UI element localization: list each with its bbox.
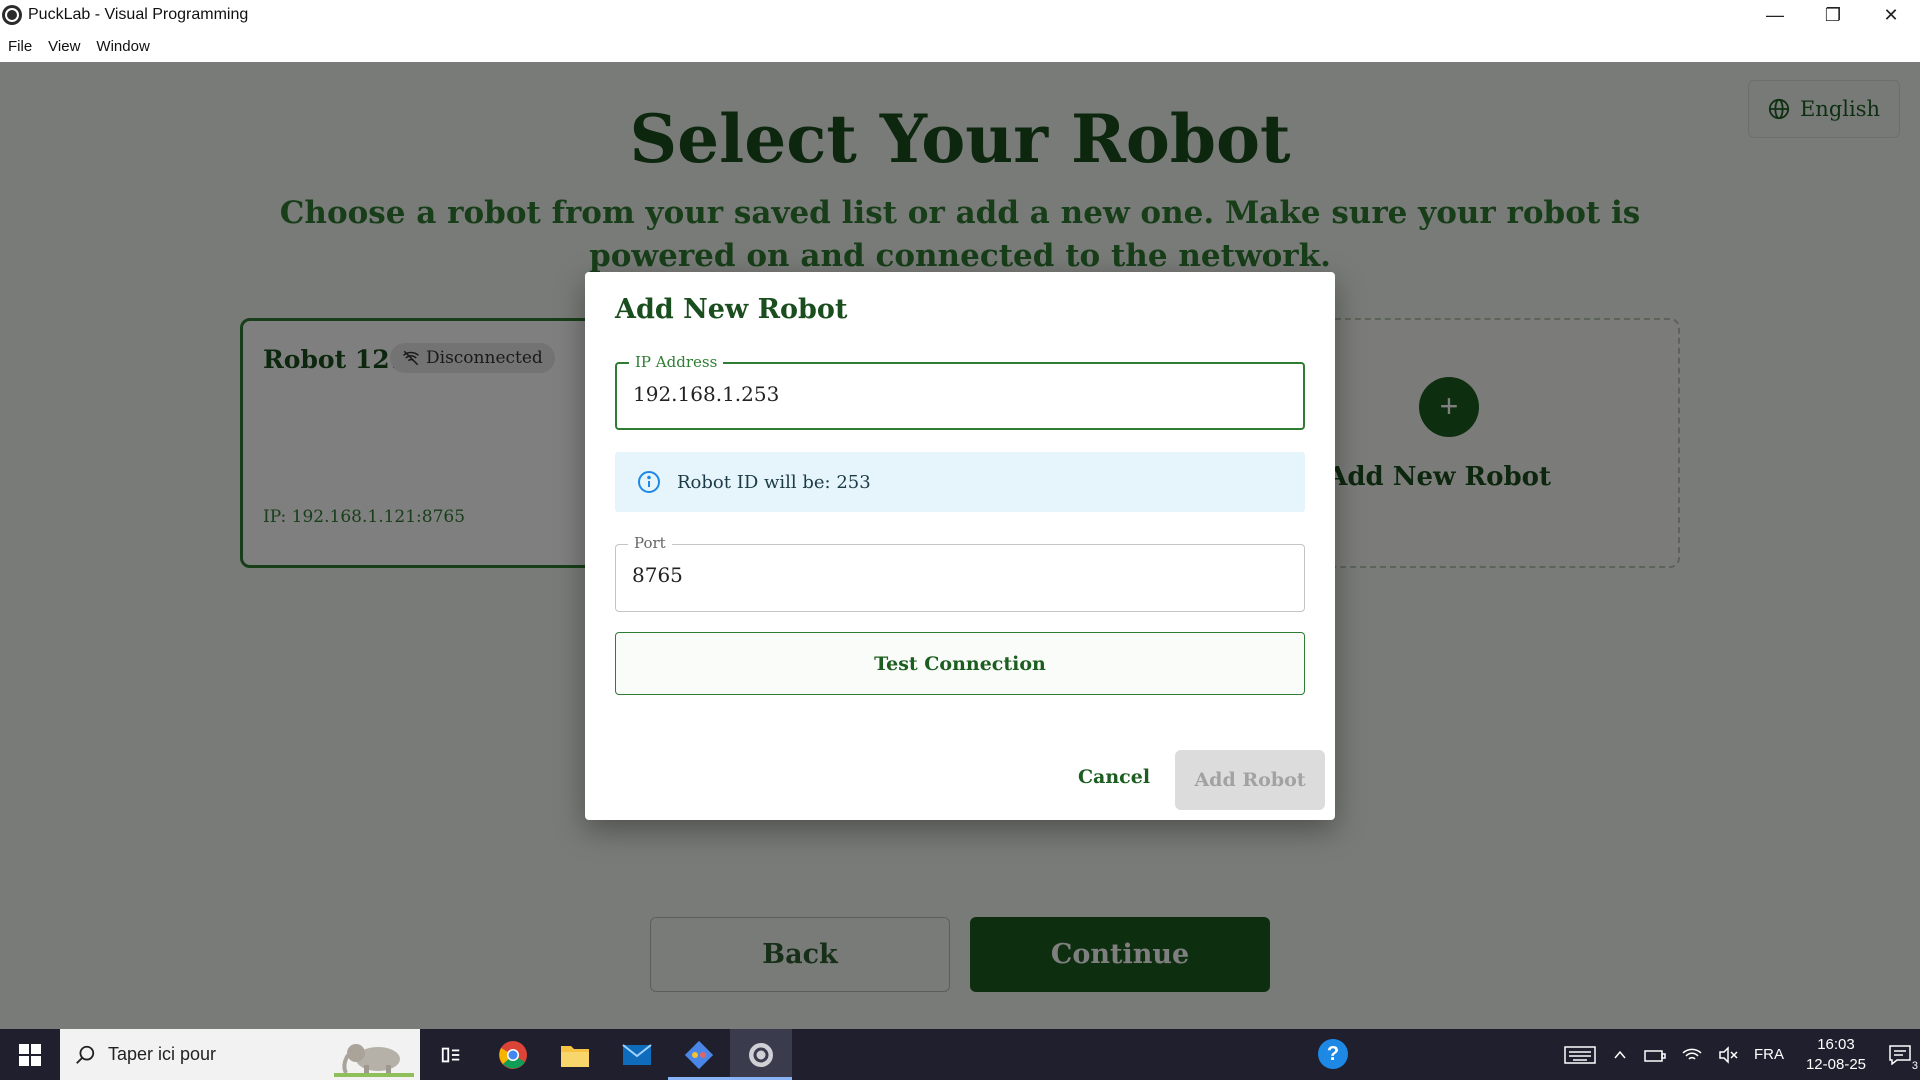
- input-language[interactable]: FRA: [1754, 1046, 1784, 1063]
- clock-time: 16:03: [1817, 1035, 1855, 1053]
- task-view-icon: [441, 1047, 460, 1062]
- git-button[interactable]: [668, 1029, 730, 1080]
- file-explorer-icon: [561, 1045, 589, 1067]
- start-button[interactable]: [0, 1029, 60, 1080]
- minimize-button[interactable]: —: [1746, 0, 1804, 30]
- task-view-button[interactable]: [420, 1029, 482, 1080]
- ip-address-label: IP Address: [629, 353, 724, 371]
- taskbar-search[interactable]: Taper ici pour: [60, 1029, 420, 1080]
- help-icon[interactable]: ?: [1318, 1039, 1348, 1069]
- close-button[interactable]: ✕: [1862, 0, 1920, 30]
- window-controls: — ❐ ✕: [1746, 0, 1920, 30]
- add-robot-button[interactable]: Add Robot: [1175, 750, 1325, 810]
- chevron-up-icon[interactable]: [1612, 1047, 1628, 1063]
- add-robot-dialog: Add New Robot IP Address Robot ID will b…: [585, 272, 1335, 820]
- app-icon: [2, 5, 22, 25]
- search-icon: [76, 1045, 95, 1064]
- port-label: Port: [628, 534, 672, 552]
- ip-address-field[interactable]: IP Address: [615, 353, 1305, 430]
- window-title: PuckLab - Visual Programming: [28, 6, 249, 23]
- wifi-icon[interactable]: [1682, 1046, 1702, 1064]
- chrome-icon: [499, 1040, 527, 1069]
- cancel-button[interactable]: Cancel: [1055, 752, 1173, 802]
- info-icon: [638, 471, 660, 493]
- pucklab-icon: [749, 1042, 773, 1067]
- system-tray: FRA 16:03 12-08-25 3: [1556, 1029, 1920, 1080]
- title-bar: PuckLab - Visual Programming — ❐ ✕: [0, 0, 1920, 30]
- chrome-button[interactable]: [482, 1029, 544, 1080]
- port-field[interactable]: Port: [615, 534, 1305, 612]
- notification-icon: [1889, 1044, 1911, 1065]
- search-placeholder: Taper ici pour: [108, 1044, 217, 1064]
- elephant-illustration-icon: [334, 1044, 414, 1077]
- dialog-title: Add New Robot: [615, 294, 848, 325]
- menu-window[interactable]: Window: [96, 38, 149, 55]
- mail-button[interactable]: [606, 1029, 668, 1080]
- keyboard-layout-icon[interactable]: [1564, 1045, 1596, 1065]
- clock[interactable]: 16:03 12-08-25: [1806, 1035, 1866, 1075]
- mail-icon: [622, 1043, 652, 1065]
- menu-bar: File View Window: [0, 30, 1920, 62]
- test-connection-button[interactable]: Test Connection: [615, 632, 1305, 695]
- restore-button[interactable]: ❐: [1804, 0, 1862, 30]
- app-content: English Select Your Robot Choose a robot…: [0, 62, 1920, 1029]
- notification-center-button[interactable]: 3: [1880, 1029, 1920, 1080]
- battery-icon[interactable]: [1644, 1047, 1666, 1063]
- menu-file[interactable]: File: [8, 38, 32, 55]
- robot-id-info: Robot ID will be: 253: [615, 452, 1305, 512]
- file-explorer-button[interactable]: [544, 1029, 606, 1080]
- git-icon: [684, 1040, 714, 1069]
- clock-date: 12-08-25: [1805, 1055, 1866, 1073]
- volume-muted-icon[interactable]: [1718, 1045, 1738, 1064]
- taskbar: Taper ici pour ? FRA 16:03 12-08-25 3: [0, 1029, 1920, 1080]
- windows-icon: [19, 1043, 41, 1066]
- notification-count: 3: [1911, 1060, 1918, 1072]
- menu-view[interactable]: View: [48, 38, 80, 55]
- ip-address-input[interactable]: [633, 382, 1273, 406]
- robot-id-text: Robot ID will be: 253: [677, 471, 871, 493]
- pucklab-taskbar-button[interactable]: [730, 1029, 792, 1080]
- port-input[interactable]: [632, 563, 1272, 587]
